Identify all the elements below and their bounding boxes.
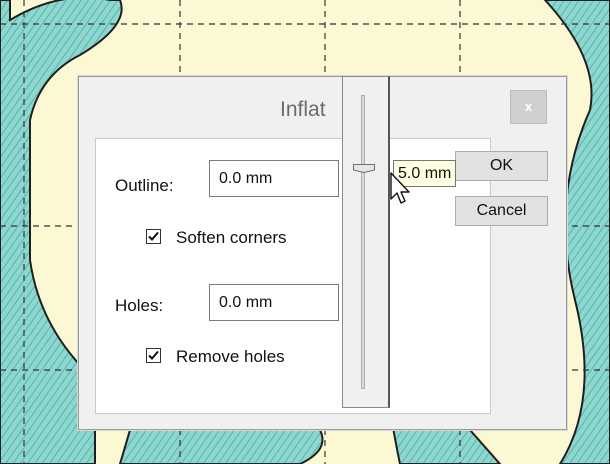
soften-corners-label: Soften corners xyxy=(176,228,287,247)
close-button[interactable]: x xyxy=(510,90,547,124)
outline-label: Outline: xyxy=(115,176,174,195)
slider-thumb[interactable] xyxy=(353,164,375,173)
dialog-title: Inflat xyxy=(280,98,326,121)
holes-label: Holes: xyxy=(115,296,164,315)
check-icon xyxy=(148,350,159,360)
outline-slider[interactable] xyxy=(342,76,390,408)
cancel-button[interactable]: Cancel xyxy=(455,196,548,226)
remove-holes-label: Remove holes xyxy=(176,347,285,366)
ok-button[interactable]: OK xyxy=(455,151,548,181)
slider-track xyxy=(361,95,365,389)
soften-corners-checkbox[interactable] xyxy=(146,229,161,244)
outline-field[interactable]: 0.0 mm xyxy=(209,160,339,197)
remove-holes-checkbox[interactable] xyxy=(146,348,161,363)
close-icon: x xyxy=(524,99,533,114)
holes-field[interactable]: 0.0 mm xyxy=(209,284,339,321)
check-icon xyxy=(148,231,159,241)
arrow-cursor-icon xyxy=(390,172,410,204)
